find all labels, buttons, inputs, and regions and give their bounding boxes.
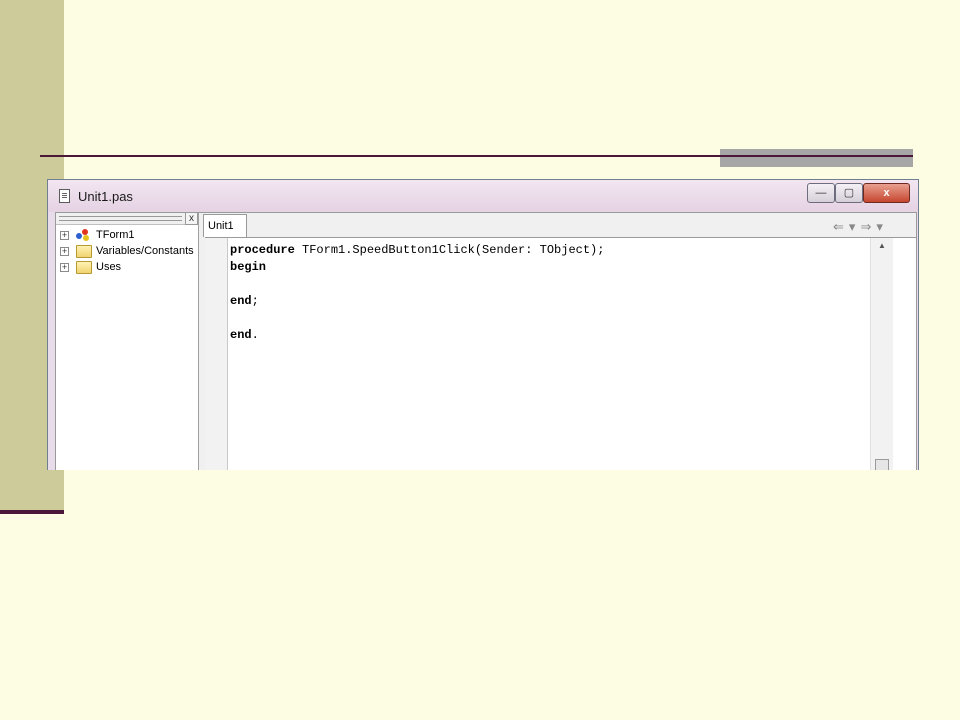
code-keyword: begin <box>230 260 267 274</box>
scroll-up-icon[interactable]: ▲ <box>878 241 886 250</box>
code-line: end. <box>230 328 259 342</box>
code-text[interactable]: procedure TForm1.SpeedButton1Click(Sende… <box>230 242 604 344</box>
window-titlebar[interactable]: Unit1.pas — ▢ x <box>48 180 918 212</box>
forward-dropdown-icon[interactable]: ▾ <box>876 219 888 234</box>
code-keyword: end <box>230 294 252 308</box>
expand-icon[interactable]: + <box>60 263 69 272</box>
document-icon <box>59 189 70 203</box>
editor-pane: Unit1 ⇐▾⇒▾ procedure TForm1.SpeedButton1… <box>199 213 916 470</box>
folder-icon <box>76 245 92 258</box>
tree-item-label: TForm1 <box>96 229 135 241</box>
expand-icon[interactable]: + <box>60 247 69 256</box>
minimize-button[interactable]: — <box>807 183 835 203</box>
back-dropdown-icon[interactable]: ▾ <box>849 219 861 234</box>
maximize-button[interactable]: ▢ <box>835 183 863 203</box>
scroll-thumb[interactable] <box>875 459 889 470</box>
slide-left-bar-accent <box>0 510 64 514</box>
dock-grip[interactable] <box>59 216 182 221</box>
code-line: end; <box>230 294 259 308</box>
code-line: procedure TForm1.SpeedButton1Click(Sende… <box>230 243 605 257</box>
code-keyword: end <box>230 328 252 342</box>
slide-title-rule-block <box>720 149 913 167</box>
code-editor[interactable]: procedure TForm1.SpeedButton1Click(Sende… <box>205 237 916 470</box>
folder-icon <box>76 261 92 274</box>
editor-gutter[interactable] <box>205 238 228 470</box>
explorer-header: x <box>56 212 198 225</box>
close-button[interactable]: x <box>863 183 910 203</box>
explorer-close-icon[interactable]: x <box>185 212 198 225</box>
tree-item-label: Uses <box>96 261 122 273</box>
code-explorer-pane: x + TForm1 + Variables/Constants + Uses <box>56 212 199 470</box>
tab-unit1[interactable]: Unit1 <box>203 214 247 237</box>
forward-arrow-icon[interactable]: ⇒ <box>860 219 876 234</box>
window-title: Unit1.pas <box>78 189 133 204</box>
code-line: begin <box>230 260 266 274</box>
code-editor-window: Unit1.pas — ▢ x x + TForm1 + Variables/C… <box>47 179 919 470</box>
back-arrow-icon[interactable]: ⇐ <box>833 219 849 234</box>
form-icon <box>76 229 90 241</box>
tree-item-label: Variables/Constants <box>96 245 194 257</box>
navigation-arrows: ⇐▾⇒▾ <box>833 219 888 235</box>
code-keyword: procedure <box>230 243 295 257</box>
window-controls: — ▢ x <box>807 183 910 203</box>
window-client-area: x + TForm1 + Variables/Constants + Uses … <box>55 212 917 470</box>
vertical-scrollbar[interactable]: ▲ <box>870 238 893 470</box>
expand-icon[interactable]: + <box>60 231 69 240</box>
